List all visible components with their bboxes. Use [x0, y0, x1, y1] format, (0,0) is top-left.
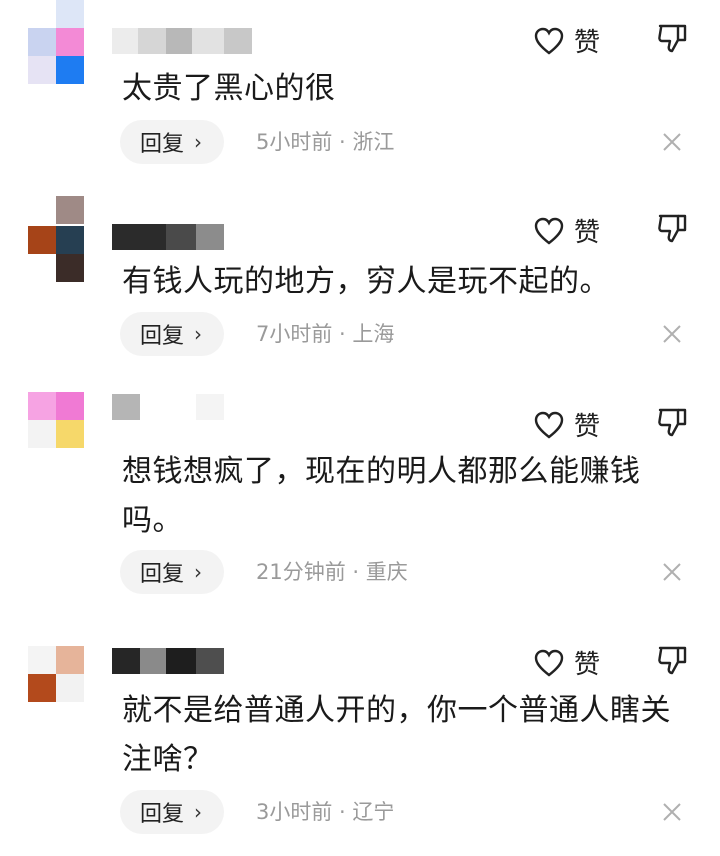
like-label: 赞: [573, 218, 600, 248]
chevron-right-icon: ›: [194, 800, 203, 824]
reply-label: 回复: [140, 324, 185, 349]
avatar[interactable]: [28, 196, 84, 282]
reply-label: 回复: [140, 562, 185, 587]
dislike-icon[interactable]: [656, 644, 688, 676]
comment-location: 上海: [352, 322, 395, 346]
chevron-right-icon: ›: [194, 130, 203, 154]
chevron-right-icon: ›: [194, 560, 203, 584]
comment-text: 有钱人玩的地方，穷人是玩不起的。: [122, 264, 610, 299]
like-label: 赞: [573, 28, 600, 58]
meta-separator: ·: [345, 560, 366, 584]
heart-icon: [534, 217, 564, 245]
comment-meta: 21分钟前 · 重庆: [256, 550, 408, 594]
comment-meta: 3小时前 · 辽宁: [256, 790, 394, 834]
like-label: 赞: [573, 650, 600, 680]
reply-button[interactable]: 回复 ›: [120, 790, 225, 834]
dislike-icon[interactable]: [656, 212, 688, 244]
comment-meta: 7小时前 · 上海: [256, 312, 394, 356]
like-button[interactable]: 赞: [534, 212, 600, 249]
heart-icon: [534, 649, 564, 677]
comment-item: 赞 想钱想疯了，现在的明人都那么能赚钱吗。 回复 › 21分钟前 · 重庆: [0, 380, 720, 616]
like-button[interactable]: 赞: [534, 406, 600, 443]
reply-button[interactable]: 回复 ›: [120, 550, 225, 594]
heart-icon: [534, 411, 564, 439]
meta-separator: ·: [332, 130, 353, 154]
like-button[interactable]: 赞: [534, 644, 600, 681]
close-icon[interactable]: [660, 322, 684, 346]
avatar[interactable]: [28, 392, 84, 448]
reply-label: 回复: [140, 132, 185, 157]
reply-label: 回复: [140, 802, 185, 827]
like-label: 赞: [573, 412, 600, 442]
username-redacted[interactable]: [112, 648, 224, 674]
comment-item: 赞 有钱人玩的地方，穷人是玩不起的。 回复 › 7小时前 · 上海: [0, 190, 720, 380]
comment-text: 就不是给普通人开的，你一个普通人瞎关注啥？: [122, 693, 671, 777]
chevron-right-icon: ›: [194, 322, 203, 346]
close-icon[interactable]: [660, 130, 684, 154]
comment-time: 21分钟前: [256, 560, 346, 584]
username-redacted[interactable]: [112, 224, 224, 250]
comment-location: 浙江: [352, 130, 395, 154]
close-icon[interactable]: [660, 560, 684, 584]
comment-time: 5小时前: [256, 130, 333, 154]
meta-separator: ·: [332, 800, 353, 824]
comment-meta: 5小时前 · 浙江: [256, 120, 394, 164]
comment-time: 3小时前: [256, 800, 333, 824]
username-redacted[interactable]: [112, 394, 224, 420]
meta-separator: ·: [332, 322, 353, 346]
comment-item: 赞 就不是给普通人开的，你一个普通人瞎关注啥？ 回复 › 3小时前 · 辽宁: [0, 616, 720, 856]
comment-time: 7小时前: [256, 322, 333, 346]
like-button[interactable]: 赞: [534, 22, 600, 59]
comment-item: 赞 太贵了黑心的很 回复 › 5小时前 · 浙江: [0, 0, 720, 190]
username-redacted[interactable]: [112, 28, 252, 54]
reply-button[interactable]: 回复 ›: [120, 312, 225, 356]
dislike-icon[interactable]: [656, 406, 688, 438]
heart-icon: [534, 27, 564, 55]
avatar[interactable]: [28, 0, 84, 84]
dislike-icon[interactable]: [656, 22, 688, 54]
comment-text: 太贵了黑心的很: [122, 71, 336, 106]
close-icon[interactable]: [660, 800, 684, 824]
comment-location: 辽宁: [352, 800, 395, 824]
comment-location: 重庆: [365, 560, 408, 584]
comment-text: 想钱想疯了，现在的明人都那么能赚钱吗。: [122, 454, 641, 538]
avatar[interactable]: [28, 646, 84, 702]
reply-button[interactable]: 回复 ›: [120, 120, 225, 164]
